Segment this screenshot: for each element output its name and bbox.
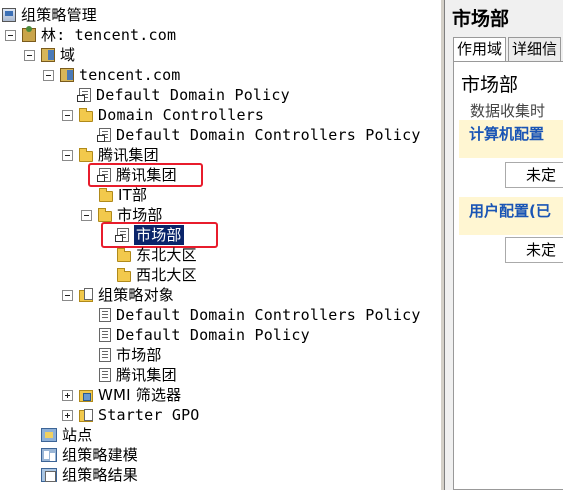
gpmc-tree: 组策略管理 林: tencent.com 域 tencent.com Defau… xyxy=(0,0,440,490)
gpo-container-icon xyxy=(79,288,93,302)
details-tabs: 作用域 详细信 xyxy=(453,37,563,61)
tree-label: 组策略管理 xyxy=(21,6,98,24)
ou-folder-icon xyxy=(98,207,112,222)
tree-label: 组策略对象 xyxy=(98,286,175,304)
tree-label: 站点 xyxy=(62,426,93,444)
user-config-section[interactable]: 用户配置(已 xyxy=(459,197,563,235)
details-header-title: 市场部 xyxy=(452,8,510,30)
tree-node-domain-controllers[interactable]: Domain Controllers xyxy=(62,105,264,125)
computer-config-status: 未定 xyxy=(505,162,563,188)
tree-label: 组策略建模 xyxy=(62,446,139,464)
gp-results-icon xyxy=(41,468,57,482)
domain-icon xyxy=(60,68,74,82)
gpo-icon xyxy=(99,348,111,362)
tree-label: IT部 xyxy=(118,186,148,204)
gpo-link-icon xyxy=(97,128,111,142)
tab-scope[interactable]: 作用域 xyxy=(453,37,507,61)
forest-icon xyxy=(22,26,36,42)
tree-label: tencent.com xyxy=(79,66,181,84)
tree-label: Default Domain Policy xyxy=(116,326,310,344)
collapse-icon[interactable] xyxy=(62,109,73,121)
sites-icon xyxy=(41,428,57,442)
ou-folder-icon xyxy=(79,147,93,162)
tree-node-modeling[interactable]: 组策略建模 xyxy=(41,445,138,465)
tree-label: Default Domain Controllers Policy xyxy=(116,306,421,324)
collapse-icon[interactable] xyxy=(81,209,92,221)
starter-gpo-icon xyxy=(79,409,93,422)
tree-node-domains[interactable]: 域 xyxy=(24,45,75,65)
ou-folder-icon xyxy=(79,107,93,122)
details-pane: 市场部 作用域 详细信 市场部 数据收集时 计算机配置 未定 用户配置(已 未定 xyxy=(445,0,563,490)
user-config-status: 未定 xyxy=(505,237,563,263)
data-collected-label: 数据收集时 xyxy=(470,102,546,120)
expand-icon[interactable] xyxy=(62,409,73,421)
tree-node-default-domain-policy-link[interactable]: Default Domain Policy xyxy=(77,85,290,105)
tree-label: Domain Controllers xyxy=(98,106,265,124)
tree-node-gpo-marketing[interactable]: 市场部 xyxy=(99,345,162,365)
tree-node-forest[interactable]: 林: tencent.com xyxy=(5,25,176,45)
tab-details[interactable]: 详细信 xyxy=(508,37,562,61)
gpo-report-name: 市场部 xyxy=(461,74,519,96)
tree-label: 东北大区 xyxy=(136,246,197,264)
tree-label: Default Domain Policy xyxy=(96,86,290,104)
expand-icon[interactable] xyxy=(62,389,73,401)
tree-label: 域 xyxy=(60,46,76,64)
tree-node-ou-northwest[interactable]: 西北大区 xyxy=(117,265,197,285)
tree-node-ou-northeast[interactable]: 东北大区 xyxy=(117,245,197,265)
tree-node-sites[interactable]: 站点 xyxy=(41,425,92,445)
tree-label: Default Domain Controllers Policy xyxy=(116,126,421,144)
tree-node-gpo-default-dc[interactable]: Default Domain Controllers Policy xyxy=(99,305,421,325)
tree-label: 林: tencent.com xyxy=(41,26,177,44)
gpo-icon xyxy=(99,308,111,322)
collapse-icon[interactable] xyxy=(5,29,16,41)
tree-label: 西北大区 xyxy=(136,266,197,284)
tree-node-results[interactable]: 组策略结果 xyxy=(41,465,138,485)
tree-node-gpo-objects[interactable]: 组策略对象 xyxy=(62,285,174,305)
tree-label: WMI 筛选器 xyxy=(98,386,182,404)
wmi-filter-icon xyxy=(79,390,93,402)
tree-label: 腾讯集团 xyxy=(116,366,177,384)
tree-label: 腾讯集团 xyxy=(98,146,159,164)
domains-icon xyxy=(41,48,55,62)
tree-node-wmi-filters[interactable]: WMI 筛选器 xyxy=(62,385,181,405)
gp-modeling-icon xyxy=(41,448,57,462)
ou-folder-icon xyxy=(99,187,113,202)
tree-label: 市场部 xyxy=(116,346,162,364)
ou-folder-icon xyxy=(117,267,131,282)
tree-node-ou-it[interactable]: IT部 xyxy=(99,185,147,205)
tree-label: Starter GPO xyxy=(98,406,200,424)
tree-node-ou-tencent-group[interactable]: 腾讯集团 xyxy=(62,145,159,165)
tree-node-domain[interactable]: tencent.com xyxy=(43,65,181,85)
tree-node-root[interactable]: 组策略管理 xyxy=(2,5,97,25)
gpo-icon xyxy=(99,368,111,382)
tree-label: 组策略结果 xyxy=(62,466,139,484)
gpo-icon xyxy=(99,328,111,342)
gpo-link-icon xyxy=(77,88,91,102)
computer-config-section[interactable]: 计算机配置 xyxy=(459,120,563,158)
highlight-box xyxy=(88,163,203,187)
collapse-icon[interactable] xyxy=(43,69,54,81)
collapse-icon[interactable] xyxy=(62,149,73,161)
tree-node-gpo-tencent-group[interactable]: 腾讯集团 xyxy=(99,365,177,385)
ou-folder-icon xyxy=(117,247,131,262)
tree-node-gpo-default-domain[interactable]: Default Domain Policy xyxy=(99,325,310,345)
tree-node-starter-gpo[interactable]: Starter GPO xyxy=(62,405,200,425)
collapse-icon[interactable] xyxy=(24,49,35,61)
collapse-icon[interactable] xyxy=(62,289,73,301)
console-icon xyxy=(2,8,16,22)
tree-node-default-dc-policy-link[interactable]: Default Domain Controllers Policy xyxy=(97,125,421,145)
